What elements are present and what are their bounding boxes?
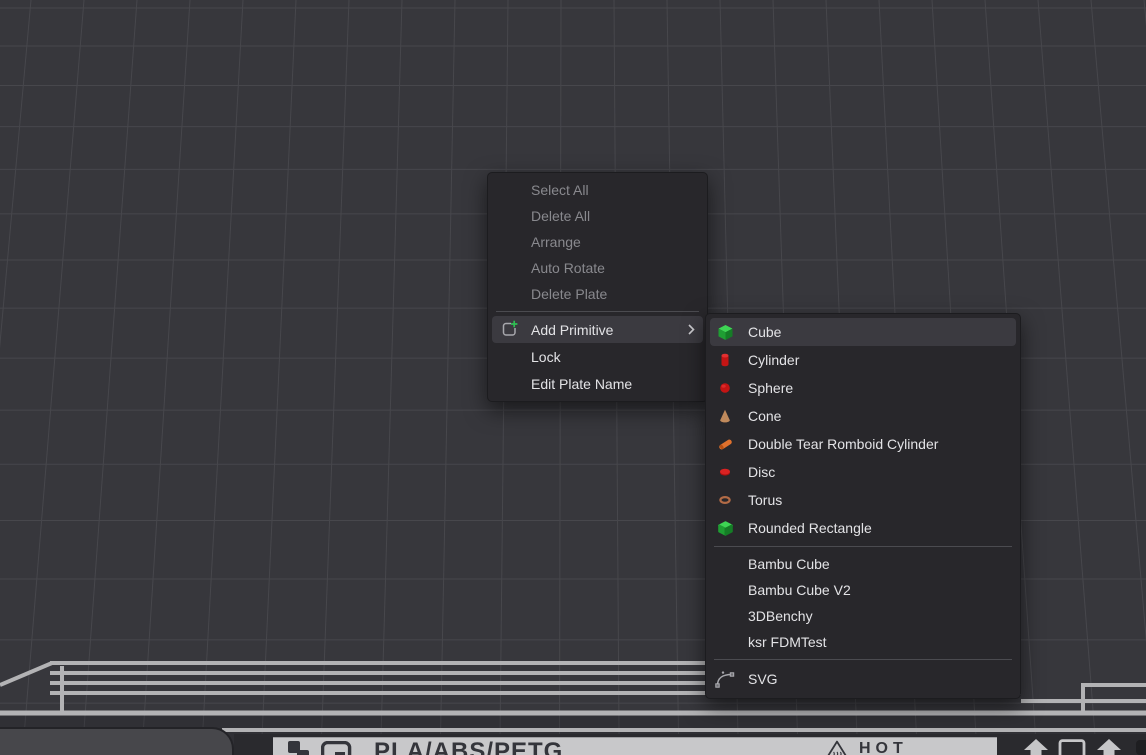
menu-item-label: Delete Plate xyxy=(531,286,607,302)
menu-item-add-primitive[interactable]: Add Primitive xyxy=(492,316,703,343)
submenu-item-rounded-rectangle[interactable]: Rounded Rectangle xyxy=(710,514,1016,542)
build-plate-label-bar: PLA/ABS/PETG HOT xyxy=(273,737,997,755)
submenu-item-sphere[interactable]: Sphere xyxy=(710,374,1016,402)
bambu-logo-icon xyxy=(287,741,313,755)
plate-corner-tab xyxy=(0,727,234,755)
submenu-item-disc[interactable]: Disc xyxy=(710,458,1016,486)
menu-item-label: Auto Rotate xyxy=(531,260,605,276)
menu-item-edit-plate-name[interactable]: Edit Plate Name xyxy=(492,370,703,397)
menu-item-label: Double Tear Romboid Cylinder xyxy=(748,436,938,452)
menu-separator xyxy=(714,546,1012,547)
submenu-item-cylinder[interactable]: Cylinder xyxy=(710,346,1016,374)
menu-item-label: Cylinder xyxy=(748,352,799,368)
plate-material-text: PLA/ABS/PETG xyxy=(374,740,563,755)
submenu-item-cone[interactable]: Cone xyxy=(710,402,1016,430)
viewport-3d[interactable]: PLA/ABS/PETG HOT Select All Delete All Arr… xyxy=(0,0,1146,755)
menu-item-label: Sphere xyxy=(748,380,793,396)
menu-item-label: 3DBenchy xyxy=(748,608,813,624)
submenu-item-torus[interactable]: Torus xyxy=(710,486,1016,514)
hot-warning-icon xyxy=(823,740,851,755)
menu-item-label: ksr FDMTest xyxy=(748,634,827,650)
menu-item-delete-all: Delete All xyxy=(492,203,703,229)
submenu-item-double-tear-romboid-cylinder[interactable]: Double Tear Romboid Cylinder xyxy=(710,430,1016,458)
submenu-item-bambu-cube[interactable]: Bambu Cube xyxy=(710,551,1016,577)
rounded-rectangle-icon xyxy=(715,520,735,537)
menu-item-label: Edit Plate Name xyxy=(531,376,632,392)
chevron-right-icon xyxy=(688,324,695,335)
plate-orientation-markers xyxy=(997,737,1146,755)
plate-square-marker xyxy=(1055,739,1089,755)
menu-item-label: Disc xyxy=(748,464,775,480)
cube-icon xyxy=(715,324,735,341)
hot-label: HOT xyxy=(859,741,908,755)
menu-item-label: SVG xyxy=(748,671,778,687)
plate-corner-screw xyxy=(1136,740,1146,755)
menu-item-label: Torus xyxy=(748,492,782,508)
cone-icon xyxy=(715,408,735,424)
menu-item-label: Arrange xyxy=(531,234,581,250)
menu-item-label: Rounded Rectangle xyxy=(748,520,872,536)
submenu-item-cube[interactable]: Cube xyxy=(710,318,1016,346)
up-arrow-icon xyxy=(1096,739,1122,755)
menu-item-auto-rotate: Auto Rotate xyxy=(492,255,703,281)
menu-item-label: Cone xyxy=(748,408,781,424)
menu-item-label: Cube xyxy=(748,324,781,340)
context-menu: Select All Delete All Arrange Auto Rotate De… xyxy=(487,172,708,402)
plate-type-icon xyxy=(321,741,353,755)
menu-item-delete-plate: Delete Plate xyxy=(492,281,703,307)
torus-icon xyxy=(715,492,735,508)
menu-item-label: Delete All xyxy=(531,208,590,224)
up-arrow-icon xyxy=(1023,739,1049,755)
submenu-item-svg[interactable]: SVG xyxy=(710,664,1016,694)
add-primitive-submenu: Cube Cylinder Sphere Cone Double Tear Ro… xyxy=(705,313,1021,699)
disc-icon xyxy=(715,464,735,480)
svg-bezier-icon xyxy=(715,671,735,688)
sphere-icon xyxy=(715,380,735,396)
menu-item-label: Select All xyxy=(531,182,589,198)
submenu-item-3dbenchy[interactable]: 3DBenchy xyxy=(710,603,1016,629)
menu-item-arrange: Arrange xyxy=(492,229,703,255)
menu-item-label: Lock xyxy=(531,349,561,365)
menu-separator xyxy=(714,659,1012,660)
menu-item-label: Add Primitive xyxy=(531,322,613,338)
add-primitive-icon xyxy=(497,320,521,339)
double-tear-romboid-cylinder-icon xyxy=(715,436,735,453)
menu-item-lock[interactable]: Lock xyxy=(492,343,703,370)
submenu-item-ksr-fdmtest[interactable]: ksr FDMTest xyxy=(710,629,1016,655)
cylinder-icon xyxy=(715,352,735,368)
submenu-item-bambu-cube-v2[interactable]: Bambu Cube V2 xyxy=(710,577,1016,603)
menu-item-label: Bambu Cube xyxy=(748,556,830,572)
menu-item-label: Bambu Cube V2 xyxy=(748,582,851,598)
menu-separator xyxy=(496,311,699,312)
menu-item-select-all: Select All xyxy=(492,177,703,203)
